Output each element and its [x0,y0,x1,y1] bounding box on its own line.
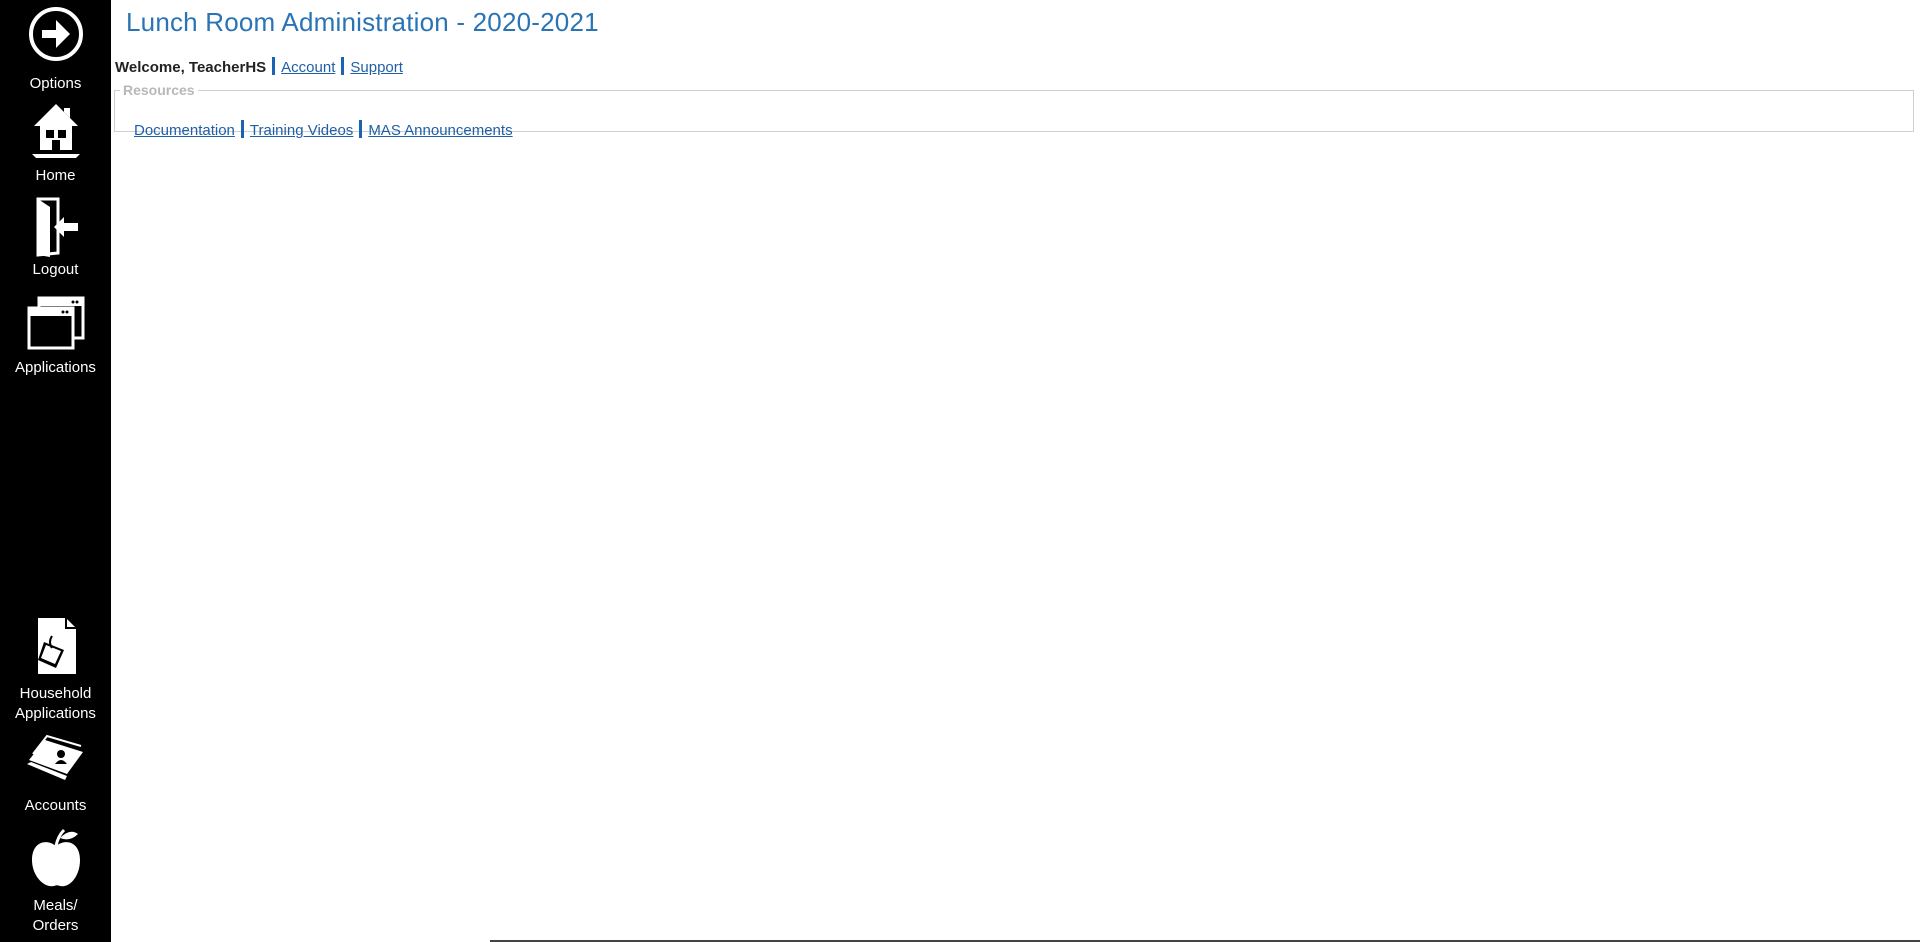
windows-icon [27,296,84,350]
sidebar-item-logout[interactable]: Logout [0,197,111,280]
sidebar-item-home[interactable]: Home [0,100,111,186]
separator [341,57,345,75]
sidebar-item-accounts[interactable]: Accounts [0,734,111,816]
sidebar-nav: Options Home Logout Applications Househo… [0,0,111,942]
resources-panel: Resources Documentation Training Videos MA… [114,82,1914,139]
resources-links: Documentation Training Videos MAS Announce… [134,120,513,139]
sidebar-item-label: Options [29,75,82,92]
sidebar-item-options[interactable]: Options [0,6,111,94]
sidebar-item-label: Home [35,167,76,184]
resources-legend: Resources [123,82,195,98]
account-link[interactable]: Account [281,59,335,76]
id-cards-icon [26,734,83,780]
sidebar-item-label: Logout [32,261,79,278]
document-clip-icon [37,618,76,674]
sidebar-item-label-line2: Orders [32,917,79,934]
arrow-right-circle-icon [28,7,83,61]
welcome-bar: Welcome, TeacherHS Account Support [115,57,403,76]
mas-announcements-link[interactable]: MAS Announcements [368,122,512,139]
training-videos-link[interactable]: Training Videos [250,122,353,139]
separator [359,120,363,138]
apple-icon [31,828,80,887]
separator [272,57,276,75]
separator [240,120,244,138]
sidebar-item-label: Accounts [24,797,87,814]
sidebar-item-applications[interactable]: Applications [0,296,111,378]
page-title: Lunch Room Administration - 2020-2021 [126,7,599,37]
documentation-link[interactable]: Documentation [134,122,235,139]
sidebar-item-label-line2: Applications [15,705,96,722]
sidebar-item-household-applications[interactable]: Household Applications [0,616,111,724]
house-icon [31,104,80,158]
support-link[interactable]: Support [350,59,403,76]
welcome-text: Welcome, TeacherHS [115,59,267,76]
sidebar-item-label: Applications [15,359,96,376]
sidebar-item-label-line1: Household [19,685,92,702]
sidebar-item-meals-orders[interactable]: Meals/ Orders [0,828,111,936]
door-exit-icon [36,197,78,257]
sidebar-item-label-line1: Meals/ [33,897,78,914]
